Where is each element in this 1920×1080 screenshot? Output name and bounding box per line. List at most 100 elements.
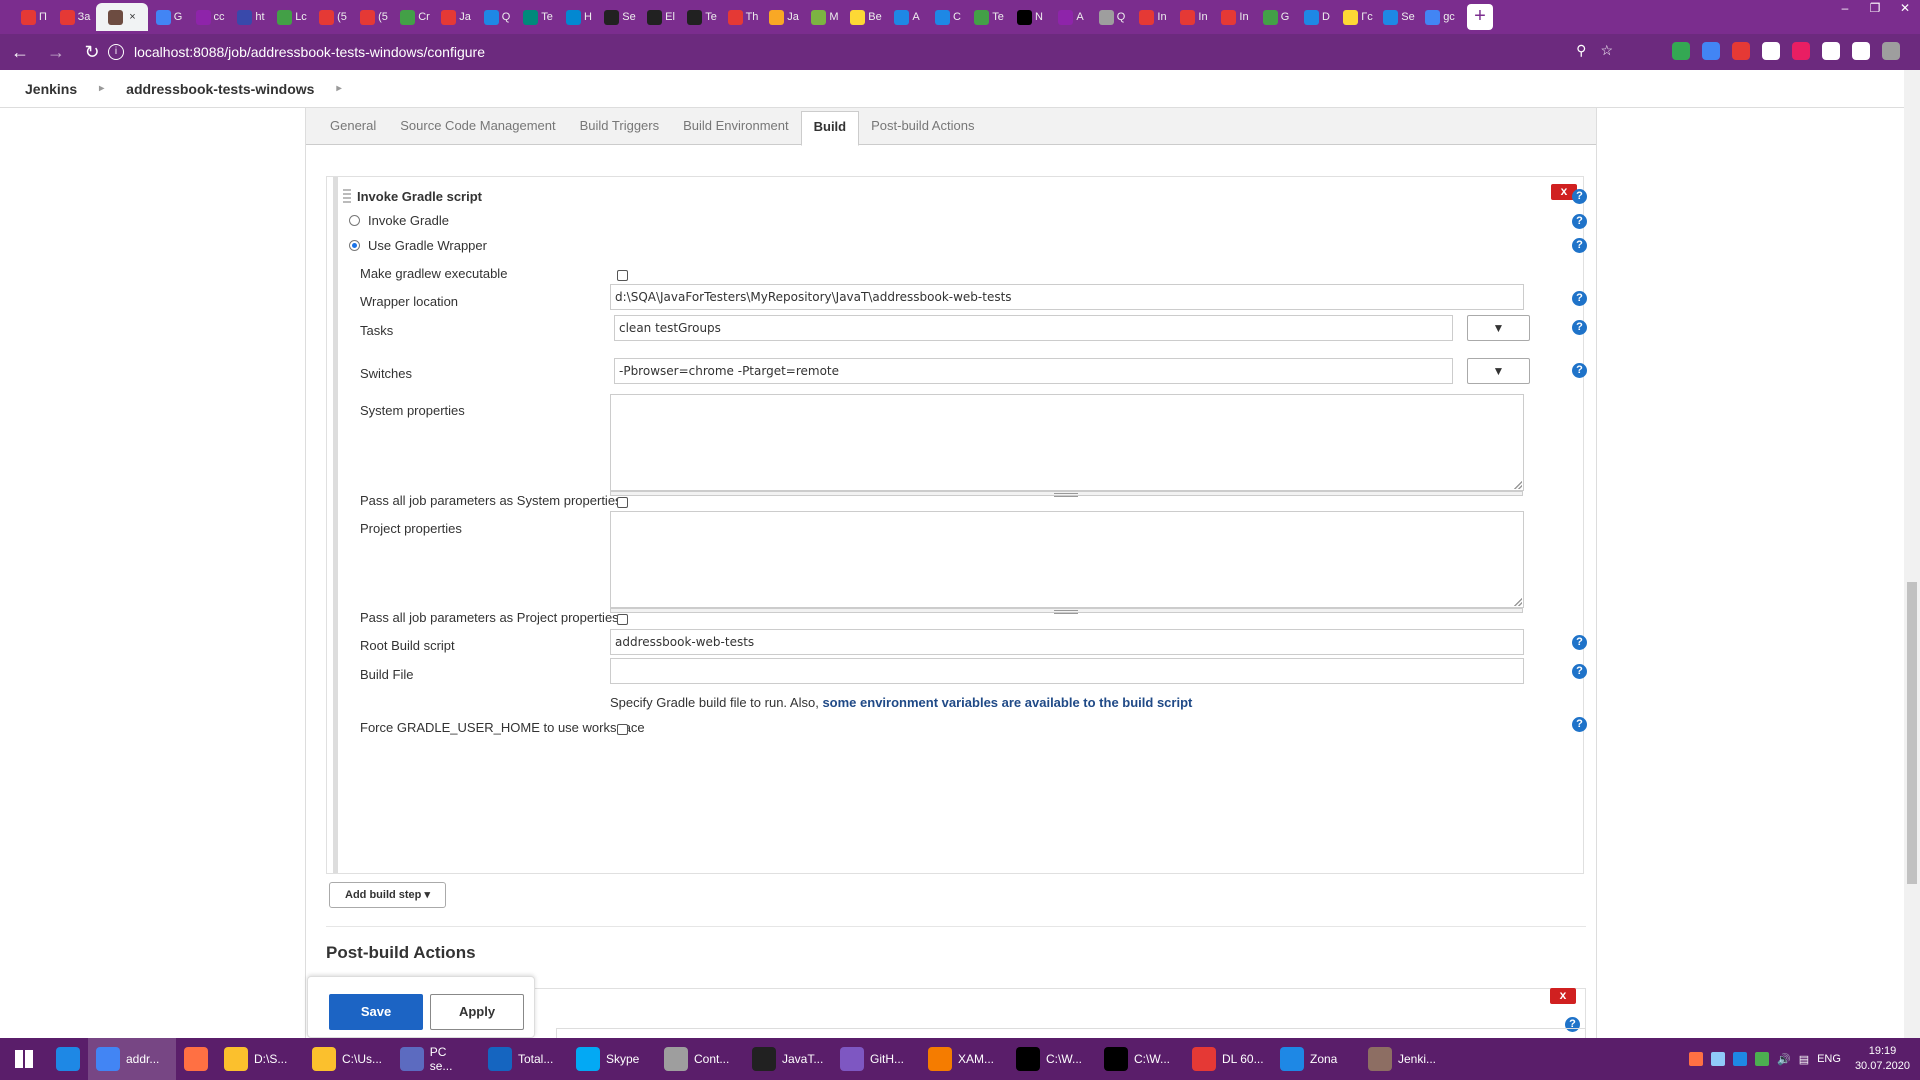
save-button[interactable]: Save bbox=[329, 994, 423, 1030]
help-icon[interactable]: ? bbox=[1572, 635, 1587, 650]
browser-tab[interactable]: gc bbox=[1420, 3, 1460, 31]
help-icon[interactable]: ? bbox=[1572, 214, 1587, 229]
taskbar-item[interactable]: DL 60... bbox=[1184, 1038, 1272, 1080]
browser-tab[interactable]: Гс bbox=[1338, 3, 1378, 31]
tab-build[interactable]: Build bbox=[800, 111, 860, 146]
browser-tab[interactable]: C bbox=[928, 3, 968, 31]
help-icon[interactable]: ? bbox=[1572, 320, 1587, 335]
new-tab-button[interactable]: + bbox=[1467, 4, 1493, 30]
taskbar-item[interactable]: C:\W... bbox=[1008, 1038, 1096, 1080]
taskbar-item[interactable]: XAM... bbox=[920, 1038, 1008, 1080]
scrollbar-thumb[interactable] bbox=[1907, 582, 1917, 884]
browser-tab[interactable]: × bbox=[96, 3, 148, 31]
extension-icon[interactable] bbox=[1702, 42, 1720, 60]
browser-tab[interactable]: Lc bbox=[272, 3, 312, 31]
browser-tab[interactable]: П bbox=[14, 3, 54, 31]
make-executable-checkbox[interactable] bbox=[617, 270, 628, 281]
reload-icon[interactable]: ↻ bbox=[76, 36, 108, 68]
taskbar-item[interactable]: Total... bbox=[480, 1038, 568, 1080]
back-icon[interactable]: ← bbox=[4, 36, 36, 68]
taskbar-item[interactable]: JavaT... bbox=[744, 1038, 832, 1080]
pass-system-checkbox[interactable] bbox=[617, 497, 628, 508]
browser-tab[interactable]: Te bbox=[969, 3, 1009, 31]
add-build-step-button[interactable]: Add build step ▾ bbox=[329, 882, 446, 908]
resize-grip-icon[interactable] bbox=[1514, 598, 1522, 606]
page-scrollbar[interactable] bbox=[1904, 70, 1920, 1038]
switches-input[interactable]: -Pbrowser=chrome -Ptarget=remote bbox=[614, 358, 1453, 384]
tray-app-icon[interactable] bbox=[1688, 1052, 1703, 1066]
tab-post-build-actions[interactable]: Post-build Actions bbox=[859, 108, 986, 144]
browser-tab[interactable]: Ja bbox=[764, 3, 804, 31]
help-icon[interactable]: ? bbox=[1572, 189, 1587, 204]
browser-tab[interactable]: A bbox=[887, 3, 927, 31]
bluetooth-icon[interactable] bbox=[1710, 1052, 1725, 1066]
browser-tab[interactable]: ht bbox=[231, 3, 271, 31]
browser-tab[interactable]: Se bbox=[1379, 3, 1419, 31]
browser-tab[interactable]: Be bbox=[846, 3, 886, 31]
minimize-icon[interactable]: – bbox=[1830, 0, 1860, 18]
browser-tab[interactable]: Se bbox=[600, 3, 640, 31]
project-properties-textarea[interactable] bbox=[610, 511, 1524, 614]
tab-source-code-management[interactable]: Source Code Management bbox=[388, 108, 567, 144]
radio-use-wrapper[interactable]: Use Gradle Wrapper bbox=[349, 238, 487, 253]
browser-tab[interactable]: (5 bbox=[313, 3, 353, 31]
language-indicator[interactable]: ENG bbox=[1817, 1053, 1841, 1065]
browser-tab[interactable]: (5 bbox=[354, 3, 394, 31]
pass-project-checkbox[interactable] bbox=[617, 614, 628, 625]
extension-icon[interactable] bbox=[1732, 42, 1750, 60]
browser-tab[interactable]: Th bbox=[723, 3, 763, 31]
taskbar-item[interactable]: Cont... bbox=[656, 1038, 744, 1080]
breadcrumb-jenkins[interactable]: Jenkins bbox=[25, 81, 77, 97]
help-icon[interactable]: ? bbox=[1572, 363, 1587, 378]
help-icon[interactable]: ? bbox=[1572, 664, 1587, 679]
radio-button-checked[interactable] bbox=[349, 240, 360, 251]
taskbar-item[interactable]: C:\W... bbox=[1096, 1038, 1184, 1080]
system-properties-textarea[interactable] bbox=[610, 394, 1524, 497]
taskbar-item[interactable]: Skype bbox=[568, 1038, 656, 1080]
browser-tab[interactable]: M bbox=[805, 3, 845, 31]
help-icon[interactable]: ? bbox=[1572, 238, 1587, 253]
env-vars-link[interactable]: some environment variables are available… bbox=[822, 695, 1192, 710]
help-icon[interactable]: ? bbox=[1572, 717, 1587, 732]
tray-app-icon[interactable] bbox=[1754, 1052, 1769, 1066]
textarea-resize-bar[interactable] bbox=[610, 491, 1523, 497]
address-bar[interactable]: i localhost:8088/job/addressbook-tests-w… bbox=[108, 38, 1613, 66]
delete-post-step-button[interactable]: x bbox=[1550, 988, 1576, 1004]
zoom-icon[interactable]: ⚲ bbox=[1576, 42, 1586, 59]
build-file-input[interactable] bbox=[610, 658, 1524, 684]
textarea-resize-bar[interactable] bbox=[610, 608, 1523, 614]
root-script-input[interactable]: addressbook-web-tests bbox=[610, 629, 1524, 655]
breadcrumb-job[interactable]: addressbook-tests-windows bbox=[126, 81, 314, 97]
browser-tab[interactable]: Te bbox=[682, 3, 722, 31]
taskbar-item[interactable]: GitH... bbox=[832, 1038, 920, 1080]
taskbar-item[interactable]: C:\Us... bbox=[304, 1038, 392, 1080]
tab-general[interactable]: General bbox=[318, 108, 388, 144]
tab-build-environment[interactable]: Build Environment bbox=[671, 108, 801, 144]
radio-invoke-gradle[interactable]: Invoke Gradle bbox=[349, 213, 449, 228]
browser-tab[interactable]: За bbox=[55, 3, 95, 31]
tasks-expand-button[interactable]: ▼ bbox=[1467, 315, 1530, 341]
browser-tab[interactable]: cc bbox=[190, 3, 230, 31]
taskbar-item[interactable]: Jenki... bbox=[1360, 1038, 1448, 1080]
taskbar-item[interactable] bbox=[176, 1038, 216, 1080]
site-info-icon[interactable]: i bbox=[108, 44, 124, 60]
browser-tab[interactable]: In bbox=[1133, 3, 1173, 31]
extension-icon[interactable] bbox=[1852, 42, 1870, 60]
browser-tab[interactable]: N bbox=[1010, 3, 1050, 31]
extension-icon[interactable] bbox=[1882, 42, 1900, 60]
clock[interactable]: 19:19 30.07.2020 bbox=[1855, 1044, 1910, 1074]
post-build-inner-field[interactable] bbox=[556, 1028, 1586, 1038]
browser-tab[interactable]: Q bbox=[477, 3, 517, 31]
taskbar-item[interactable]: PC se... bbox=[392, 1038, 480, 1080]
tab-close-icon[interactable]: × bbox=[129, 11, 135, 23]
browser-tab[interactable]: H bbox=[559, 3, 599, 31]
browser-tab[interactable]: G bbox=[1256, 3, 1296, 31]
resize-grip-icon[interactable] bbox=[1514, 481, 1522, 489]
apply-button[interactable]: Apply bbox=[430, 994, 524, 1030]
restore-icon[interactable]: ❐ bbox=[1860, 0, 1890, 18]
browser-tab[interactable]: D bbox=[1297, 3, 1337, 31]
browser-tab[interactable]: Te bbox=[518, 3, 558, 31]
switches-expand-button[interactable]: ▼ bbox=[1467, 358, 1530, 384]
tab-build-triggers[interactable]: Build Triggers bbox=[568, 108, 671, 144]
radio-button[interactable] bbox=[349, 215, 360, 226]
